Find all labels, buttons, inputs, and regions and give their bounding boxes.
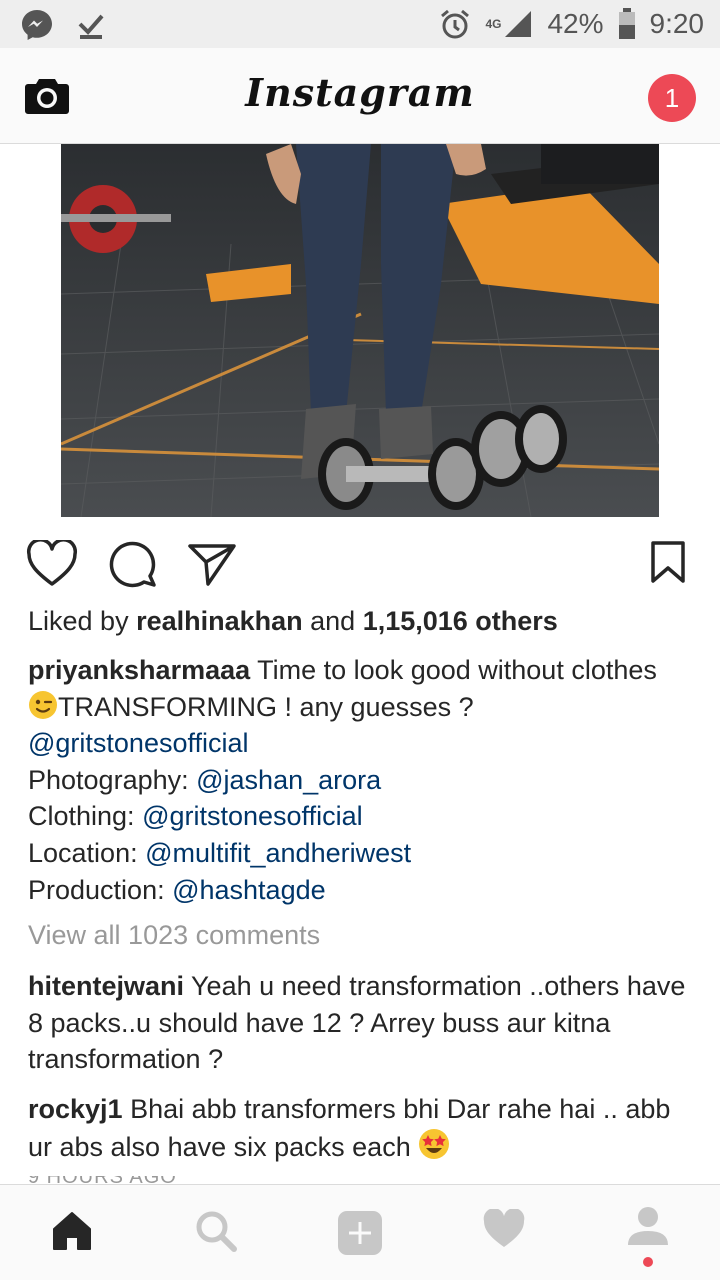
like-heart-icon[interactable]: [26, 540, 78, 588]
battery-icon: [618, 8, 635, 39]
search-icon[interactable]: [194, 1209, 238, 1253]
bottom-nav: [0, 1184, 720, 1280]
production-label: Production:: [28, 874, 173, 905]
view-all-comments-link[interactable]: View all 1023 comments: [28, 920, 320, 951]
caption-mention[interactable]: @gritstonesofficial: [28, 728, 249, 758]
comment-item: rockyj1 Bhai abb transformers bhi Dar ra…: [28, 1091, 698, 1165]
new-post-icon[interactable]: [336, 1209, 384, 1257]
caption-text: Time to look good without clothes: [250, 655, 657, 685]
photography-mention[interactable]: @jashan_arora: [196, 765, 381, 795]
caption-text-2: TRANSFORMING ! any guesses ?: [58, 691, 474, 722]
location-mention[interactable]: @multifit_andheriwest: [145, 838, 411, 868]
post-timestamp: 9 HOURS AGO: [28, 1176, 177, 1184]
notification-badge[interactable]: 1: [648, 74, 696, 122]
home-icon[interactable]: [50, 1209, 94, 1253]
production-mention[interactable]: @hashtagde: [172, 875, 326, 905]
alarm-icon: [441, 9, 470, 39]
clothing-mention[interactable]: @gritstonesofficial: [142, 801, 363, 831]
profile-notification-dot: [643, 1257, 653, 1267]
comment-text: Bhai abb transformers bhi Dar rahe hai .…: [28, 1094, 671, 1162]
clothing-label: Clothing:: [28, 801, 143, 832]
comment-item: hitentejwani Yeah u need transformation …: [28, 968, 698, 1078]
instagram-logo: Instagram: [245, 70, 475, 115]
post-actions: [0, 540, 720, 592]
app-header: Instagram 1: [0, 48, 720, 144]
signal-icon: [505, 11, 532, 37]
download-done-icon: [78, 14, 104, 39]
likes-prefix: Liked by: [28, 606, 137, 636]
network-type: 4G: [485, 17, 502, 31]
photography-label: Photography:: [28, 764, 197, 795]
wink-emoji-icon: [29, 690, 57, 719]
battery-percent: 42%: [547, 8, 604, 39]
caption-author[interactable]: priyanksharmaaa: [28, 655, 250, 685]
liked-by-username[interactable]: realhinakhan: [136, 606, 303, 636]
location-label: Location:: [28, 837, 146, 868]
activity-heart-icon[interactable]: [482, 1209, 526, 1249]
likes-count[interactable]: 1,15,016 others: [363, 606, 558, 636]
comment-icon[interactable]: [106, 540, 158, 588]
post-caption: priyanksharmaaa Time to look good withou…: [28, 652, 698, 908]
share-direct-icon[interactable]: [186, 540, 238, 588]
likes-and: and: [302, 606, 363, 636]
comment-username[interactable]: hitentejwani: [28, 971, 184, 1001]
star-struck-emoji-icon: [419, 1128, 450, 1159]
comment-username[interactable]: rockyj1: [28, 1094, 123, 1124]
status-bar: 4G 42% 9:20: [0, 0, 720, 48]
likes-summary[interactable]: Liked by realhinakhan and 1,15,016 other…: [28, 606, 558, 637]
save-bookmark-icon[interactable]: [650, 540, 686, 584]
profile-icon[interactable]: [626, 1205, 670, 1251]
post-photo[interactable]: [61, 144, 659, 517]
clock-time: 9:20: [649, 8, 705, 39]
messenger-icon: [22, 10, 52, 40]
